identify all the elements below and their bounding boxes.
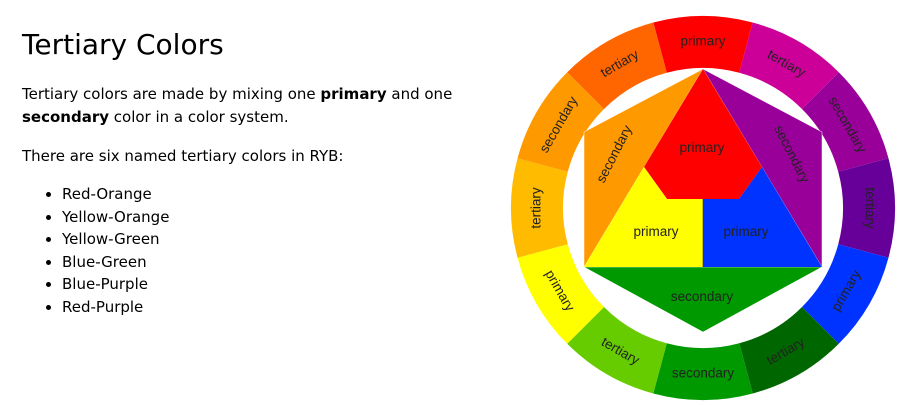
list-item: Red-Purple — [62, 296, 482, 319]
intro-text-middle: and one — [386, 85, 453, 103]
list-item: Yellow-Orange — [62, 206, 482, 229]
center-blue-label: primary — [723, 224, 768, 239]
list-item: Yellow-Green — [62, 228, 482, 251]
inner-hexagon: primary primary primary secondary second… — [583, 68, 823, 333]
list-item: Red-Orange — [62, 183, 482, 206]
ring-segment-label: secondary — [672, 366, 735, 381]
intro-text-end: color in a color system. — [109, 108, 289, 126]
secondary-term: secondary — [22, 108, 110, 126]
color-wheel-diagram: primarytertiarysecondarytertiaryprimaryt… — [511, 16, 895, 400]
ring-segment-label: tertiary — [862, 187, 877, 229]
list-item: Blue-Purple — [62, 273, 482, 296]
center-red-label: primary — [679, 140, 724, 155]
article-content: Tertiary Colors Tertiary colors are made… — [22, 0, 482, 319]
ring-segment-label: tertiary — [529, 187, 544, 229]
tertiary-lead-paragraph: There are six named tertiary colors in R… — [22, 147, 344, 165]
page-title: Tertiary Colors — [22, 28, 224, 61]
intro-text-start: Tertiary colors are made by mixing one — [22, 85, 321, 103]
primary-term: primary — [320, 85, 387, 103]
tertiary-color-list: Red-Orange Yellow-Orange Yellow-Green Bl… — [22, 183, 482, 319]
list-item: Blue-Green — [62, 251, 482, 274]
ring-segment-label: primary — [680, 34, 725, 49]
center-yellow-label: primary — [633, 224, 678, 239]
intro-paragraph: Tertiary colors are made by mixing one p… — [22, 83, 482, 129]
center-green-label: secondary — [671, 289, 734, 304]
